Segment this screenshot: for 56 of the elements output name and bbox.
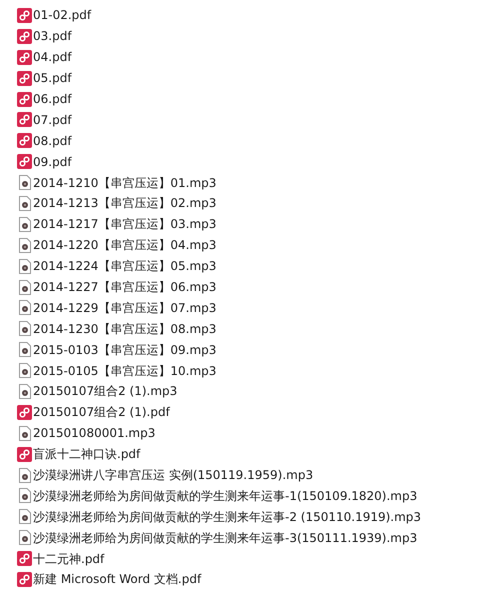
file-name[interactable]: 20150107组合2 (1).mp3 — [33, 382, 178, 400]
file-name[interactable]: 2014-1224【串宫压运】05.mp3 — [33, 257, 216, 276]
pdf-file-icon — [17, 154, 32, 170]
pdf-file-icon — [17, 70, 32, 86]
file-name[interactable]: 2014-1213【串宫压运】02.mp3 — [33, 194, 216, 212]
file-name[interactable]: 沙漠绿洲老师给为房间做贡献的学生测来年运事-3(150111.1939).mp3 — [33, 528, 418, 547]
file-name[interactable]: 20150107组合2 (1).pdf — [33, 403, 170, 422]
pdf-file-icon — [17, 28, 32, 44]
file-name[interactable]: 2014-1229【串宫压运】07.mp3 — [33, 298, 216, 317]
file-name[interactable]: 2014-1220【串宫压运】04.mp3 — [33, 236, 216, 254]
audio-file-icon — [18, 216, 30, 232]
file-name[interactable]: 2014-1210【串宫压运】01.mp3 — [33, 174, 216, 192]
pdf-file-icon — [17, 551, 32, 566]
pdf-file-icon — [17, 133, 32, 148]
file-name[interactable]: 2014-1217【串宫压运】03.mp3 — [33, 215, 216, 234]
audio-file-icon — [18, 530, 30, 546]
file-name[interactable]: 04.pdf — [33, 48, 72, 66]
pdf-file-icon — [17, 404, 32, 420]
file-name[interactable]: 沙漠绿洲老师给为房间做贡献的学生测来年运事-1(150109.1820).mp3 — [33, 486, 418, 505]
audio-file-icon — [18, 196, 30, 211]
file-name[interactable]: 07.pdf — [33, 110, 72, 129]
audio-file-icon — [18, 321, 30, 336]
file-name[interactable]: 2015-0103【串宫压运】09.mp3 — [33, 340, 216, 359]
file-name[interactable]: 盲派十二神口诀.pdf — [33, 445, 140, 464]
pdf-file-icon — [17, 50, 32, 65]
pdf-file-icon — [17, 446, 32, 462]
audio-file-icon — [18, 342, 30, 358]
file-name[interactable]: 09.pdf — [33, 152, 72, 171]
audio-file-icon — [18, 384, 30, 399]
audio-file-icon — [18, 175, 30, 190]
pdf-file-icon — [17, 572, 32, 587]
file-name[interactable]: 05.pdf — [33, 69, 72, 88]
file-name[interactable]: 01-02.pdf — [33, 6, 92, 24]
file-name[interactable]: 03.pdf — [33, 27, 72, 46]
audio-file-icon — [18, 426, 30, 441]
file-name[interactable]: 沙漠绿洲老师给为房间做贡献的学生测来年运事-2 (150110.1919).mp3 — [33, 508, 422, 526]
file-name[interactable]: 08.pdf — [33, 132, 72, 150]
pdf-file-icon — [17, 8, 32, 23]
file-name[interactable]: 06.pdf — [33, 90, 72, 108]
file-name[interactable]: 十二元神.pdf — [33, 550, 104, 568]
audio-file-icon — [18, 468, 30, 483]
file-name[interactable]: 2015-0105【串宫压运】10.mp3 — [33, 362, 216, 380]
file-name[interactable]: 2014-1227【串宫压运】06.mp3 — [33, 278, 216, 296]
file-name[interactable]: 沙漠绿洲讲八字串宫压运 实例(150119.1959).mp3 — [33, 466, 314, 484]
audio-file-icon — [18, 280, 30, 295]
audio-file-icon — [18, 363, 30, 378]
file-name[interactable]: 2014-1230【串宫压运】08.mp3 — [33, 320, 216, 338]
file-name[interactable]: 201501080001.mp3 — [33, 424, 156, 442]
audio-file-icon — [18, 488, 30, 504]
audio-file-icon — [18, 258, 30, 274]
audio-file-icon — [18, 509, 30, 524]
pdf-file-icon — [17, 92, 32, 106]
pdf-file-icon — [17, 112, 32, 128]
audio-file-icon — [18, 300, 30, 316]
audio-file-icon — [18, 238, 30, 253]
file-name[interactable]: 新建 Microsoft Word 文档.pdf — [33, 570, 202, 588]
